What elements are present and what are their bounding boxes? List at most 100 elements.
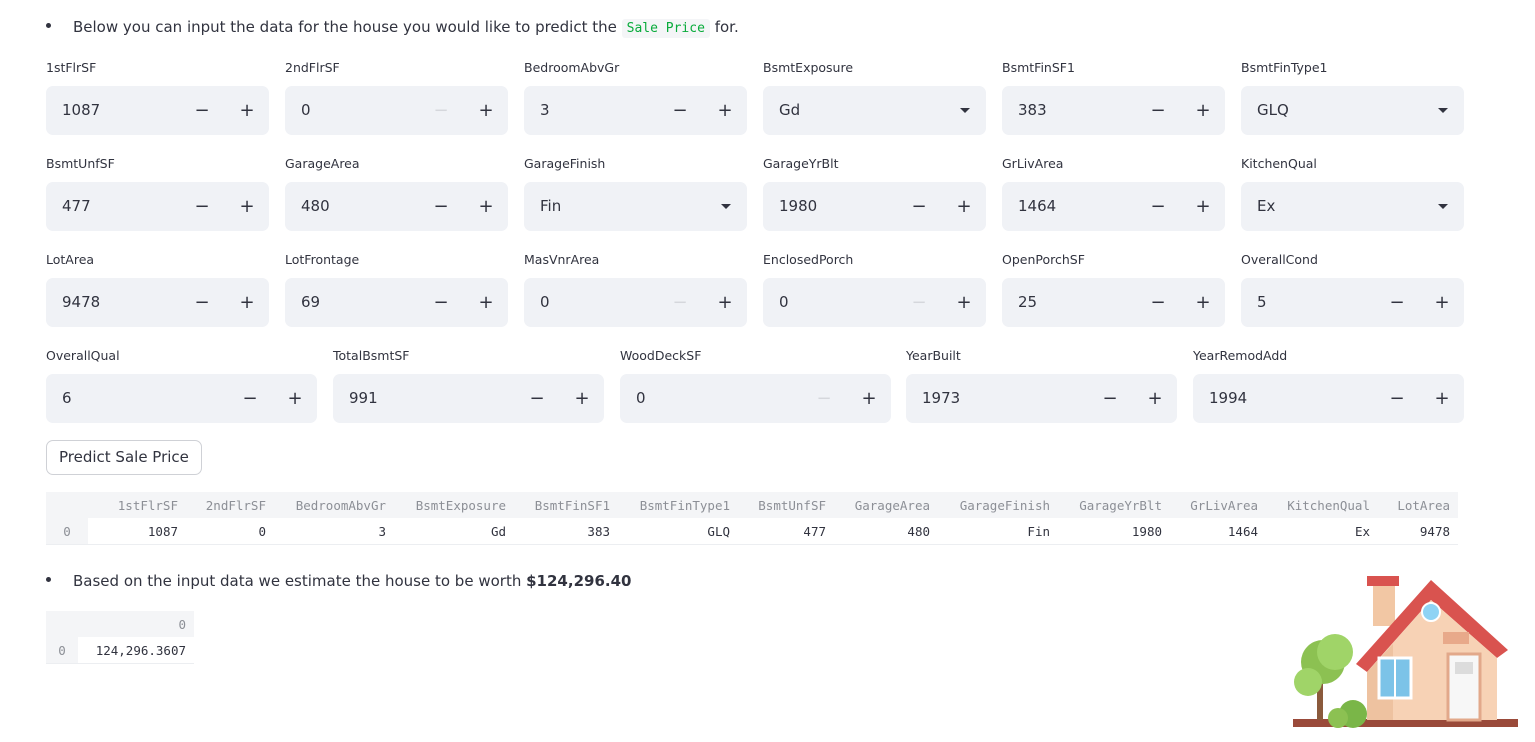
number-input[interactable]: 69 − + — [285, 278, 508, 327]
increment-button[interactable]: + — [1420, 278, 1464, 327]
field-overallcond: OverallCond 5 − + — [1241, 252, 1464, 328]
decrement-button[interactable]: − — [419, 86, 463, 135]
decrement-button[interactable]: − — [180, 86, 224, 135]
field-label: KitchenQual — [1241, 156, 1317, 171]
number-input[interactable]: 477 − + — [46, 182, 269, 231]
header-row: 0 — [46, 611, 194, 637]
field-label: GarageYrBlt — [763, 156, 839, 171]
number-input[interactable]: 480 − + — [285, 182, 508, 231]
field-value: 0 — [636, 389, 646, 407]
field-value: Fin — [540, 197, 562, 215]
number-input[interactable]: 6 − + — [46, 374, 317, 423]
increment-button[interactable]: + — [273, 374, 317, 423]
select-box[interactable]: Gd — [763, 86, 986, 135]
chevron-down-icon[interactable] — [1438, 204, 1448, 209]
decrement-button[interactable]: − — [802, 374, 846, 423]
number-input[interactable]: 1973 − + — [906, 374, 1177, 423]
number-input[interactable]: 9478 − + — [46, 278, 269, 327]
field-lotarea: LotArea 9478 − + — [46, 252, 269, 328]
column-header: BsmtFinSF1 — [514, 492, 618, 518]
increment-button[interactable]: + — [1181, 182, 1225, 231]
number-input[interactable]: 0 − + — [620, 374, 891, 423]
select-box[interactable]: Fin — [524, 182, 747, 231]
number-input[interactable]: 0 − + — [285, 86, 508, 135]
result-prefix: Based on the input data we estimate the … — [73, 572, 522, 590]
number-input[interactable]: 3 − + — [524, 86, 747, 135]
field-value: 991 — [349, 389, 378, 407]
decrement-button[interactable]: − — [419, 278, 463, 327]
select-box[interactable]: GLQ — [1241, 86, 1464, 135]
increment-button[interactable]: + — [1181, 86, 1225, 135]
number-input[interactable]: 25 − + — [1002, 278, 1225, 327]
decrement-button[interactable]: − — [1136, 278, 1180, 327]
decrement-button[interactable]: − — [658, 86, 702, 135]
column-header: GarageYrBlt — [1058, 492, 1170, 518]
number-input[interactable]: 0 − + — [763, 278, 986, 327]
column-header: BedroomAbvGr — [274, 492, 394, 518]
field-totalbsmtsf: TotalBsmtSF 991 − + — [333, 348, 604, 424]
increment-button[interactable]: + — [942, 182, 986, 231]
field-label: GarageFinish — [524, 156, 606, 171]
field-value: 9478 — [62, 293, 101, 311]
increment-button[interactable]: + — [1420, 374, 1464, 423]
increment-button[interactable]: + — [1181, 278, 1225, 327]
field-label: TotalBsmtSF — [333, 348, 410, 363]
field-label: BsmtExposure — [763, 60, 854, 75]
table-row: 0 1087 0 3 Gd 383 GLQ 477 480 Fin 1980 1464 Ex 9478 — [46, 518, 1458, 545]
increment-button[interactable]: + — [464, 86, 508, 135]
table-cell: 0 — [186, 518, 274, 545]
increment-button[interactable]: + — [225, 86, 269, 135]
number-input[interactable]: 5 − + — [1241, 278, 1464, 327]
decrement-button[interactable]: − — [1088, 374, 1132, 423]
increment-button[interactable]: + — [560, 374, 604, 423]
intro-prefix: Below you can input the data for the hou… — [73, 18, 617, 36]
field-wooddecksf: WoodDeckSF 0 − + — [620, 348, 891, 424]
decrement-button[interactable]: − — [1136, 182, 1180, 231]
decrement-button[interactable]: − — [897, 278, 941, 327]
field-value: Ex — [1257, 197, 1276, 215]
table-cell: 383 — [514, 518, 618, 545]
increment-button[interactable]: + — [1133, 374, 1177, 423]
index-header — [46, 492, 88, 518]
decrement-button[interactable]: − — [419, 182, 463, 231]
chevron-down-icon[interactable] — [721, 204, 731, 209]
decrement-button[interactable]: − — [180, 278, 224, 327]
decrement-button[interactable]: − — [897, 182, 941, 231]
increment-button[interactable]: + — [225, 182, 269, 231]
decrement-button[interactable]: − — [1375, 374, 1419, 423]
increment-button[interactable]: + — [703, 86, 747, 135]
decrement-button[interactable]: − — [1136, 86, 1180, 135]
decrement-button[interactable]: − — [1375, 278, 1419, 327]
predict-button[interactable]: Predict Sale Price — [46, 440, 202, 475]
field-label: EnclosedPorch — [763, 252, 854, 267]
increment-button[interactable]: + — [942, 278, 986, 327]
decrement-button[interactable]: − — [180, 182, 224, 231]
increment-button[interactable]: + — [847, 374, 891, 423]
field-label: 1stFlrSF — [46, 60, 97, 75]
number-input[interactable]: 1087 − + — [46, 86, 269, 135]
number-input[interactable]: 991 − + — [333, 374, 604, 423]
chevron-down-icon[interactable] — [1438, 108, 1448, 113]
result-dataframe: 0 0 124,296.3607 — [46, 611, 194, 664]
increment-button[interactable]: + — [225, 278, 269, 327]
field-label: 2ndFlrSF — [285, 60, 340, 75]
number-input[interactable]: 383 − + — [1002, 86, 1225, 135]
chevron-down-icon[interactable] — [960, 108, 970, 113]
number-input[interactable]: 1994 − + — [1193, 374, 1464, 423]
field-grlivarea: GrLivArea 1464 − + — [1002, 156, 1225, 232]
field-value: 1973 — [922, 389, 961, 407]
house-illustration-icon — [1293, 576, 1518, 728]
number-input[interactable]: 1464 − + — [1002, 182, 1225, 231]
decrement-button[interactable]: − — [658, 278, 702, 327]
field-openporchsf: OpenPorchSF 25 − + — [1002, 252, 1225, 328]
increment-button[interactable]: + — [464, 278, 508, 327]
increment-button[interactable]: + — [703, 278, 747, 327]
row-index: 0 — [46, 518, 88, 545]
select-box[interactable]: Ex — [1241, 182, 1464, 231]
number-input[interactable]: 1980 − + — [763, 182, 986, 231]
decrement-button[interactable]: − — [228, 374, 272, 423]
increment-button[interactable]: + — [464, 182, 508, 231]
decrement-button[interactable]: − — [515, 374, 559, 423]
number-input[interactable]: 0 − + — [524, 278, 747, 327]
field-value: 1464 — [1018, 197, 1057, 215]
